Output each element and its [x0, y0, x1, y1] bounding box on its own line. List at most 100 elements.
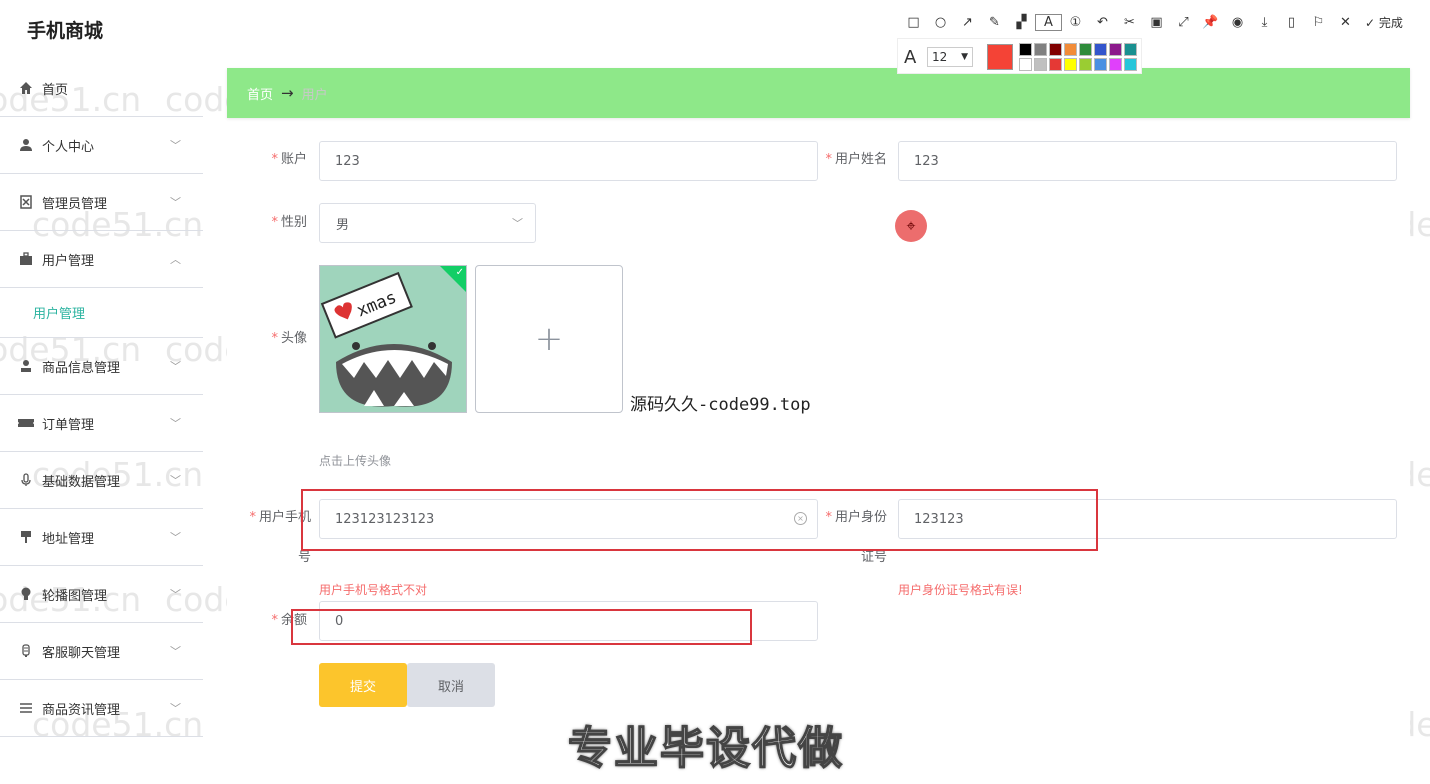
username-input[interactable]: 123: [898, 141, 1397, 181]
home-icon: [18, 80, 34, 96]
user-icon: [18, 137, 34, 153]
chevron-down-icon: ﹀: [170, 360, 181, 373]
person-icon: [18, 358, 34, 374]
color-swatch[interactable]: [1064, 58, 1077, 71]
phone-icon[interactable]: ▯: [1278, 15, 1305, 30]
font-size-select[interactable]: 12 ▼: [927, 47, 973, 67]
pin-tool-icon[interactable]: 📌: [1197, 15, 1224, 30]
overlay-watermark-text: 源码久久-code99.top: [630, 395, 811, 415]
chevron-down-icon: ﹀: [170, 417, 181, 430]
sidebar-item-label: 轮播图管理: [42, 588, 108, 604]
main-content: 首页 → 用户 * 账户 123 * 用户姓名 123 * 性别 男 ﹀ * 头像: [227, 0, 1430, 784]
done-button[interactable]: ✓ 完成: [1365, 14, 1403, 31]
avatar-upload-tip: 点击上传头像: [319, 454, 392, 468]
sidebar-item-orders[interactable]: 订单管理 ﹀: [0, 395, 203, 452]
translate-icon[interactable]: ▣: [1143, 15, 1170, 30]
breadcrumb-current: 用户: [301, 87, 328, 103]
app-title: 手机商城: [27, 20, 104, 42]
gender-select[interactable]: 男 ﹀: [319, 203, 536, 243]
breadcrumb-home[interactable]: 首页: [247, 84, 273, 103]
avatar-label: * 头像: [271, 331, 307, 346]
sidebar-item-label: 个人中心: [42, 139, 95, 155]
sidebar-item-product-info[interactable]: 商品信息管理 ﹀: [0, 338, 203, 395]
number-tool-icon[interactable]: ①: [1062, 15, 1089, 30]
mosaic-tool-icon[interactable]: ▞: [1008, 15, 1035, 30]
sidebar-subitem-user-management[interactable]: 用户管理: [0, 288, 203, 338]
color-swatch[interactable]: [1079, 43, 1092, 56]
sidebar-item-carousel[interactable]: 轮播图管理 ﹀: [0, 566, 203, 623]
avatar-upload-button[interactable]: +: [475, 265, 623, 413]
list-icon: [18, 700, 34, 716]
id-card-label-wrap: 证号: [860, 550, 887, 565]
color-swatch[interactable]: [1034, 58, 1047, 71]
user-form: * 账户 123 * 用户姓名 123 * 性别 男 ﹀ * 头像 xmas ✓…: [227, 128, 1410, 740]
text-tool-icon[interactable]: A: [1035, 13, 1062, 31]
sidebar: 首页 个人中心 ﹀ 管理员管理 ﹀ 用户管理 ︿ 用户管理 商品信息管理 ﹀ 订…: [0, 60, 203, 737]
color-swatch[interactable]: [1094, 43, 1107, 56]
phone-error: 用户手机号格式不对: [319, 583, 428, 597]
sidebar-item-customer-chat[interactable]: 客服聊天管理 ﹀: [0, 623, 203, 680]
sidebar-item-admin[interactable]: 管理员管理 ﹀: [0, 174, 203, 231]
scissors-icon[interactable]: ✂: [1116, 15, 1143, 30]
color-swatch[interactable]: [1124, 43, 1137, 56]
ellipse-tool-icon[interactable]: ○: [927, 15, 954, 30]
account-label: * 账户: [271, 152, 307, 167]
color-swatch[interactable]: [1094, 58, 1107, 71]
username-label: * 用户姓名: [825, 152, 887, 167]
breadcrumb: 首页 → 用户: [227, 68, 1410, 118]
pen-tool-icon[interactable]: ✎: [981, 15, 1008, 30]
chevron-down-icon: ﹀: [170, 702, 181, 715]
record-icon[interactable]: ◉: [1224, 15, 1251, 30]
color-swatch[interactable]: [1079, 58, 1092, 71]
close-icon[interactable]: ✕: [1332, 15, 1359, 30]
breadcrumb-arrow-icon: →: [281, 84, 294, 102]
sidebar-item-base-data[interactable]: 基础数据管理 ﹀: [0, 452, 203, 509]
download-icon[interactable]: ⤓: [1251, 15, 1278, 30]
phone-label-wrap: 号: [297, 550, 311, 565]
video-caption: 专业毕设代做: [567, 722, 844, 775]
avatar-image[interactable]: xmas ✓: [319, 265, 467, 413]
sidebar-item-label: 用户管理: [42, 253, 95, 269]
chevron-down-icon: ﹀: [170, 531, 181, 544]
sidebar-item-home[interactable]: 首页: [0, 60, 203, 117]
sidebar-item-user-management[interactable]: 用户管理 ︿: [0, 231, 203, 288]
color-swatch[interactable]: [1109, 58, 1122, 71]
chevron-down-icon: ﹀: [170, 196, 181, 209]
expand-icon[interactable]: ⤢: [1170, 15, 1197, 30]
sidebar-item-address[interactable]: 地址管理 ﹀: [0, 509, 203, 566]
font-icon: A: [904, 47, 917, 68]
arrow-tool-icon[interactable]: ↗: [954, 15, 981, 30]
bulb-icon: [18, 586, 34, 602]
sidebar-item-profile[interactable]: 个人中心 ﹀: [0, 117, 203, 174]
cancel-button[interactable]: 取消: [407, 663, 495, 707]
rectangle-tool-icon[interactable]: □: [900, 15, 927, 30]
sidebar-item-label: 商品资讯管理: [42, 702, 121, 718]
sidebar-item-product-news[interactable]: 商品资讯管理 ﹀: [0, 680, 203, 737]
sidebar-item-label: 管理员管理: [42, 196, 108, 212]
sidebar-item-label: 地址管理: [42, 531, 95, 547]
color-swatch[interactable]: [1124, 58, 1137, 71]
chevron-down-icon: ﹀: [170, 645, 181, 658]
submit-button[interactable]: 提交: [319, 663, 407, 707]
chevron-down-icon: ﹀: [512, 217, 523, 230]
color-swatch[interactable]: [1064, 43, 1077, 56]
chevron-up-icon: ︿: [170, 253, 181, 266]
color-swatch[interactable]: [1049, 58, 1062, 71]
color-swatch[interactable]: [1049, 43, 1062, 56]
selected-color-swatch[interactable]: [987, 44, 1013, 70]
sidebar-item-label: 订单管理: [42, 417, 95, 433]
phone-label: * 用户手机: [249, 510, 311, 525]
annotation-box: [301, 489, 1098, 551]
bookmark-icon[interactable]: ⚐: [1305, 15, 1332, 30]
crosshair-cursor-icon: ⌖: [895, 210, 927, 242]
account-input[interactable]: 123: [319, 141, 818, 181]
color-swatch[interactable]: [1034, 43, 1047, 56]
success-check-icon: ✓: [440, 266, 466, 292]
color-swatch[interactable]: [1019, 58, 1032, 71]
color-swatch[interactable]: [1019, 43, 1032, 56]
annotation-box: [291, 609, 752, 645]
undo-icon[interactable]: ↶: [1089, 15, 1116, 30]
sidebar-item-label: 客服聊天管理: [42, 645, 121, 661]
color-swatch[interactable]: [1109, 43, 1122, 56]
chevron-down-icon: ﹀: [170, 474, 181, 487]
